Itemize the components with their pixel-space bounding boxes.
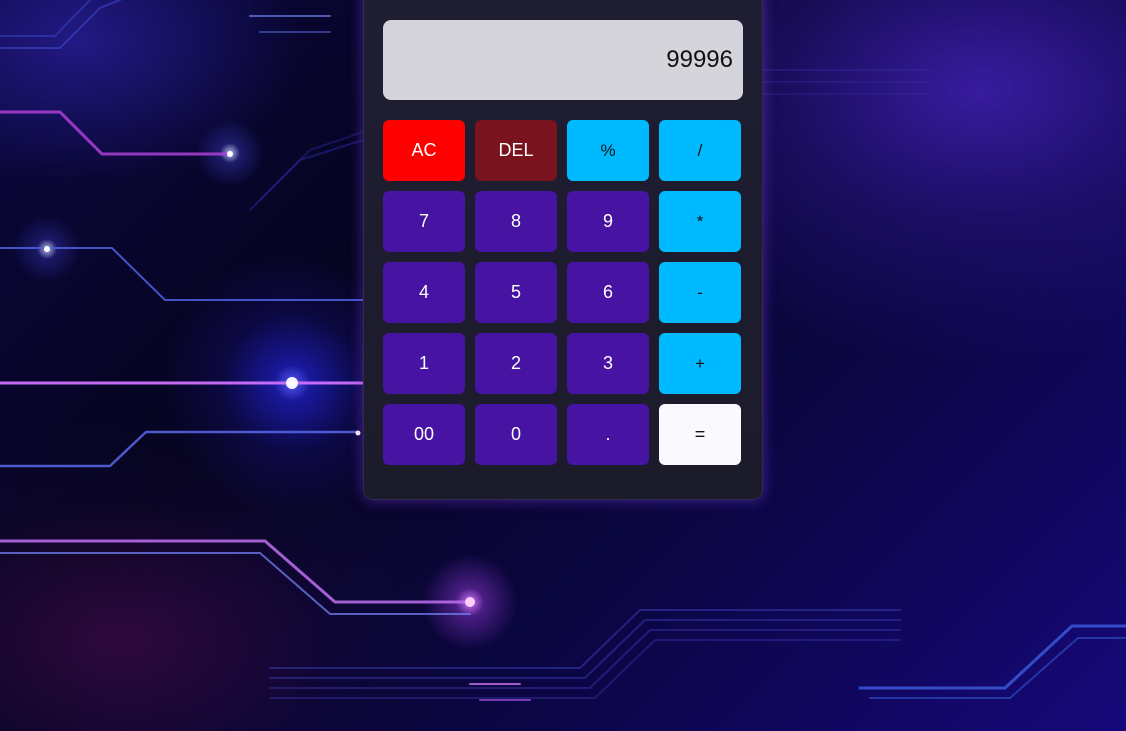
all-clear-button[interactable]: AC (383, 120, 465, 181)
digit-8-button[interactable]: 8 (475, 191, 557, 252)
digit-7-button[interactable]: 7 (383, 191, 465, 252)
digit-9-button[interactable]: 9 (567, 191, 649, 252)
digit-0-button[interactable]: 0 (475, 404, 557, 465)
divide-button[interactable]: / (659, 120, 741, 181)
digit-6-button[interactable]: 6 (567, 262, 649, 323)
decimal-point-button[interactable]: . (567, 404, 649, 465)
delete-button[interactable]: DEL (475, 120, 557, 181)
digit-3-button[interactable]: 3 (567, 333, 649, 394)
equals-button[interactable]: = (659, 404, 741, 465)
digit-4-button[interactable]: 4 (383, 262, 465, 323)
subtract-button[interactable]: - (659, 262, 741, 323)
calculator-panel: 99996 AC DEL % / 7 8 9 * 4 5 6 - 1 2 3 +… (363, 0, 763, 500)
percent-button[interactable]: % (567, 120, 649, 181)
keypad: AC DEL % / 7 8 9 * 4 5 6 - 1 2 3 + 00 0 … (383, 120, 743, 465)
calculator-display: 99996 (383, 20, 743, 100)
digit-2-button[interactable]: 2 (475, 333, 557, 394)
add-button[interactable]: + (659, 333, 741, 394)
double-zero-button[interactable]: 00 (383, 404, 465, 465)
display-value: 99996 (666, 46, 733, 73)
multiply-button[interactable]: * (659, 191, 741, 252)
digit-5-button[interactable]: 5 (475, 262, 557, 323)
digit-1-button[interactable]: 1 (383, 333, 465, 394)
